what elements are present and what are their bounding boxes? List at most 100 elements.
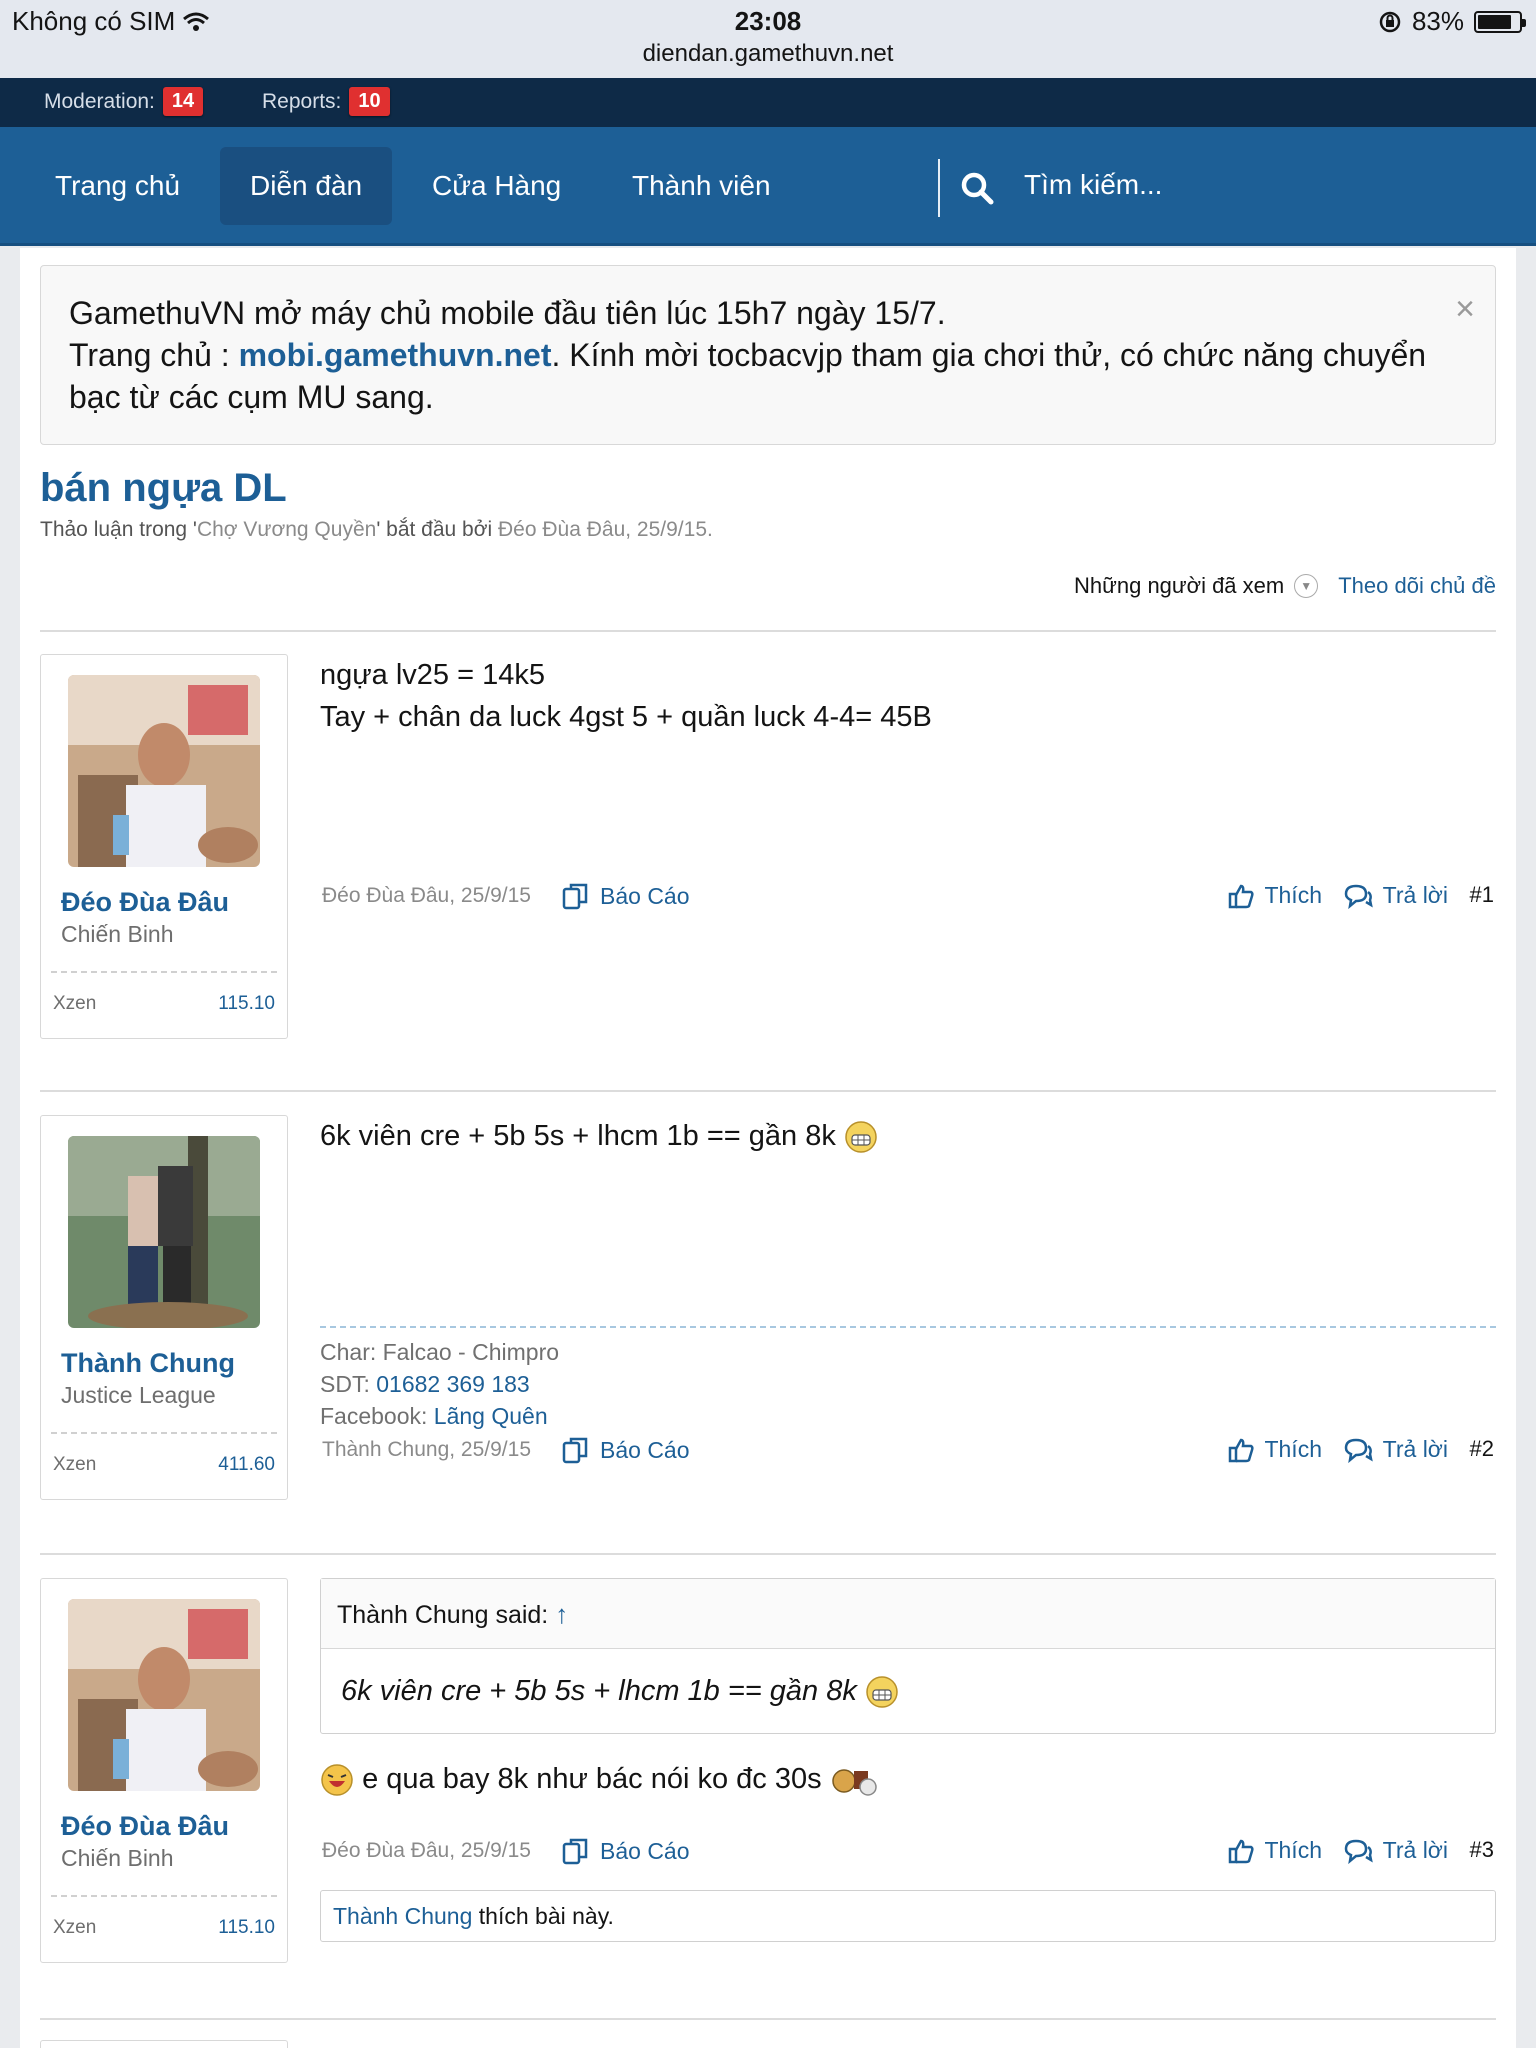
reply-label: Trả lời — [1382, 882, 1448, 908]
like-button[interactable]: Thích — [1228, 882, 1322, 909]
thread-date: , 25/9/15. — [625, 518, 713, 541]
username[interactable]: Đéo Đùa Đâu — [61, 1811, 229, 1842]
chevron-down-icon[interactable]: ▼ — [1294, 574, 1319, 598]
post-number[interactable]: #3 — [1470, 1837, 1494, 1863]
report-button[interactable]: Báo Cáo — [562, 1436, 690, 1464]
report-label: Báo Cáo — [600, 1837, 690, 1864]
signature-divider — [320, 1326, 1496, 1328]
report-icon — [562, 1437, 588, 1464]
moderation-label: Moderation: — [44, 89, 155, 113]
phone-link[interactable]: 01682 369 183 — [376, 1371, 530, 1397]
stat-value: 115.10 — [218, 1917, 275, 1938]
reply-button[interactable]: Trả lời — [1343, 882, 1448, 909]
moderation-queue-link[interactable]: Moderation: 14 — [44, 87, 204, 116]
like-label: Thích — [1264, 1436, 1322, 1462]
avatar[interactable] — [68, 1136, 260, 1328]
post: Đéo Đùa Đâu Chiến Binh Xzen 115.10 ngựa … — [40, 654, 1496, 1044]
avatar[interactable] — [68, 675, 260, 867]
signature: Char: Falcao - Chimpro SDT: 01682 369 18… — [320, 1336, 559, 1432]
close-icon[interactable]: × — [1455, 288, 1475, 330]
thread-title: bán ngựa DL — [40, 466, 287, 510]
post-number[interactable]: #1 — [1470, 882, 1494, 908]
post-message: e qua bay 8k như bác nói ko đc 30s — [320, 1758, 878, 1800]
quote-jump-icon[interactable]: ↑ — [555, 1599, 568, 1629]
post-message: ngựa lv25 = 14k5 Tay + chân da luck 4gst… — [320, 654, 932, 738]
like-button[interactable]: Thích — [1228, 1837, 1322, 1864]
search-input[interactable]: Tìm kiếm... — [1024, 169, 1162, 201]
divider — [51, 1432, 277, 1434]
stat-value: 411.60 — [218, 1454, 275, 1475]
tab-home[interactable]: Trang chủ — [25, 147, 210, 225]
quote-author: Thành Chung said: — [337, 1601, 549, 1629]
user-info-box — [40, 2040, 288, 2048]
user-title: Justice League — [61, 1382, 216, 1408]
grin-emoji-icon — [845, 1121, 877, 1154]
reports-link[interactable]: Reports: 10 — [262, 87, 390, 116]
report-label: Báo Cáo — [600, 1436, 690, 1463]
post-author-date[interactable]: Thành Chung, 25/9/15 — [322, 1438, 531, 1462]
post-message: 6k viên cre + 5b 5s + lhcm 1b == gần 8k — [320, 1115, 878, 1157]
notice-homepage-label: Trang chủ : — [69, 337, 239, 373]
main-content: GamethuVN mở máy chủ mobile đầu tiên lúc… — [20, 248, 1516, 2048]
signature-char: Char: Falcao - Chimpro — [320, 1339, 560, 1365]
viewers-button[interactable]: Những người đã xem — [1074, 573, 1284, 599]
reply-button[interactable]: Trả lời — [1343, 1436, 1448, 1463]
username[interactable]: Thành Chung — [61, 1348, 235, 1379]
post-footer: Đéo Đùa Đâu, 25/9/15 Báo Cáo Thích Trả l… — [320, 878, 1496, 914]
battery-level — [1478, 14, 1512, 29]
signature-phone-label: SDT: — [320, 1371, 377, 1397]
quote-body: 6k viên cre + 5b 5s + lhcm 1b == gần 8k — [321, 1649, 1495, 1733]
quote-block: Thành Chung said: ↑ 6k viên cre + 5b 5s … — [320, 1578, 1496, 1734]
report-icon — [562, 1838, 588, 1865]
thread-tools: Những người đã xem ▼ Theo dõi chủ đề — [1074, 573, 1496, 599]
likes-summary: Thành Chung thích bài này. — [320, 1890, 1496, 1942]
battery-icon — [1474, 10, 1526, 33]
meta-prefix: Thảo luận trong ' — [40, 518, 197, 541]
battery-percent: 83% — [1411, 6, 1464, 36]
laughing-emoji-icon — [321, 1764, 353, 1797]
moderator-bar: Moderation: 14 Reports: 10 — [0, 78, 1536, 127]
nav-divider — [938, 159, 940, 217]
user-title: Chiến Binh — [61, 1845, 174, 1871]
quote-header: Thành Chung said: ↑ — [321, 1579, 1495, 1649]
post-number[interactable]: #2 — [1470, 1436, 1494, 1462]
thumbs-up-icon — [1229, 1839, 1255, 1863]
watch-thread-link[interactable]: Theo dõi chủ đề — [1338, 573, 1496, 599]
reply-button[interactable]: Trả lời — [1343, 1837, 1448, 1864]
toast-emoji-icon — [831, 1769, 877, 1797]
thumbs-up-icon — [1229, 884, 1255, 908]
main-navigation: Trang chủ Diễn đàn Cửa Hàng Thành viên T… — [0, 127, 1536, 246]
divider — [40, 1090, 1496, 1092]
reports-count-badge: 10 — [349, 87, 390, 116]
notice-link[interactable]: mobi.gamethuvn.net — [239, 337, 552, 373]
moderation-count-badge: 14 — [162, 87, 204, 116]
likes-text: thích bài này. — [472, 1903, 614, 1929]
username[interactable]: Đéo Đùa Đâu — [61, 887, 229, 918]
report-button[interactable]: Báo Cáo — [562, 1837, 690, 1865]
post-author-date[interactable]: Đéo Đùa Đâu, 25/9/15 — [322, 1839, 531, 1863]
liker-link[interactable]: Thành Chung — [333, 1903, 472, 1929]
forum-link[interactable]: Chợ Vương Quyền — [197, 518, 376, 541]
user-info-box: Thành Chung Justice League Xzen 411.60 — [40, 1115, 288, 1500]
like-button[interactable]: Thích — [1228, 1436, 1322, 1463]
search-icon[interactable] — [960, 171, 994, 205]
user-info-box: Đéo Đùa Đâu Chiến Binh Xzen 115.10 — [40, 1578, 288, 1963]
announcement-notice: GamethuVN mở máy chủ mobile đầu tiên lúc… — [40, 265, 1496, 445]
avatar[interactable] — [68, 1599, 260, 1791]
facebook-link[interactable]: Lãng Quên — [434, 1403, 548, 1429]
signature-facebook-label: Facebook: — [320, 1403, 434, 1429]
notice-line-1: GamethuVN mở máy chủ mobile đầu tiên lúc… — [69, 295, 946, 331]
address-bar[interactable]: diendan.gamethuvn.net — [0, 40, 1536, 68]
clock: 23:08 — [734, 6, 802, 36]
post: Đéo Đùa Đâu Chiến Binh Xzen 115.10 Thành… — [40, 1578, 1496, 1998]
tab-members[interactable]: Thành viên — [602, 147, 801, 225]
reply-icon — [1344, 1839, 1373, 1864]
report-button[interactable]: Báo Cáo — [562, 882, 690, 910]
tab-forums[interactable]: Diễn đàn — [220, 147, 393, 225]
post-footer: Thành Chung, 25/9/15 Báo Cáo Thích Trả l… — [320, 1432, 1496, 1468]
thumbs-up-icon — [1229, 1438, 1255, 1462]
message-line: ngựa lv25 = 14k5 — [320, 659, 545, 691]
tab-store[interactable]: Cửa Hàng — [402, 147, 591, 225]
post-author-date[interactable]: Đéo Đùa Đâu, 25/9/15 — [322, 884, 531, 908]
thread-starter-link[interactable]: Đéo Đùa Đâu — [498, 518, 625, 541]
